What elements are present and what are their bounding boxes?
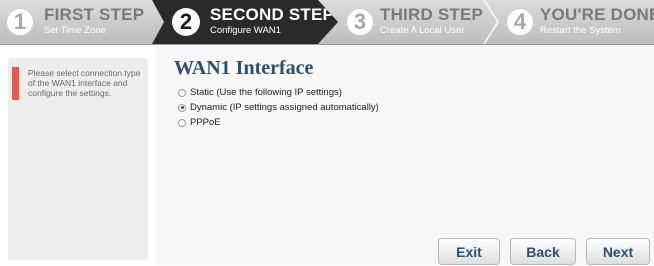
radio-pppoe[interactable] — [178, 118, 186, 127]
wizard-step-bar: 1 FIRST STEP Set Time Zone 2 SECOND STEP… — [0, 0, 654, 45]
wan1-panel: WAN1 Interface Static (Use the following… — [156, 46, 654, 265]
option-dynamic[interactable]: Dynamic (IP settings assigned automatica… — [178, 101, 379, 114]
next-button[interactable]: Next — [586, 238, 650, 265]
back-button[interactable]: Back — [510, 238, 576, 265]
help-sidebar: Please select connection type of the WAN… — [8, 58, 148, 260]
step-2-active: 2 SECOND STEP Configure WAN1 — [152, 0, 338, 44]
accent-bar — [12, 67, 19, 100]
option-dynamic-label: Dynamic (IP settings assigned automatica… — [190, 102, 379, 113]
connection-type-options: Static (Use the following IP settings) D… — [178, 86, 379, 131]
option-pppoe-label: PPPoE — [190, 117, 221, 128]
step-4-subtitle: Restart the System — [540, 25, 621, 36]
radio-static[interactable] — [178, 88, 186, 97]
step-3-title: THIRD STEP — [380, 5, 484, 24]
option-pppoe[interactable]: PPPoE — [178, 116, 379, 129]
exit-button[interactable]: Exit — [438, 238, 500, 265]
step-1-number: 1 — [6, 8, 34, 36]
step-2-title: SECOND STEP — [210, 5, 335, 24]
step-4-title: YOU'RE DONE — [540, 5, 654, 24]
step-1-subtitle: Set Time Zone — [44, 25, 106, 36]
step-2-number: 2 — [172, 8, 200, 36]
step-3: 3 THIRD STEP Create A Local User — [340, 0, 490, 44]
step-4: 4 YOU'RE DONE Restart the System — [500, 0, 654, 44]
option-static-label: Static (Use the following IP settings) — [190, 87, 342, 98]
step-1-title: FIRST STEP — [44, 5, 145, 24]
step-2-subtitle: Configure WAN1 — [210, 25, 281, 36]
step-4-number: 4 — [506, 8, 534, 36]
option-static[interactable]: Static (Use the following IP settings) — [178, 86, 379, 99]
help-message: Please select connection type of the WAN… — [28, 68, 141, 98]
step-3-subtitle: Create A Local User — [380, 25, 465, 36]
radio-dynamic[interactable] — [178, 103, 186, 112]
step-1: 1 FIRST STEP Set Time Zone — [0, 0, 156, 44]
step-3-number: 3 — [346, 8, 374, 36]
page-title: WAN1 Interface — [174, 57, 314, 79]
